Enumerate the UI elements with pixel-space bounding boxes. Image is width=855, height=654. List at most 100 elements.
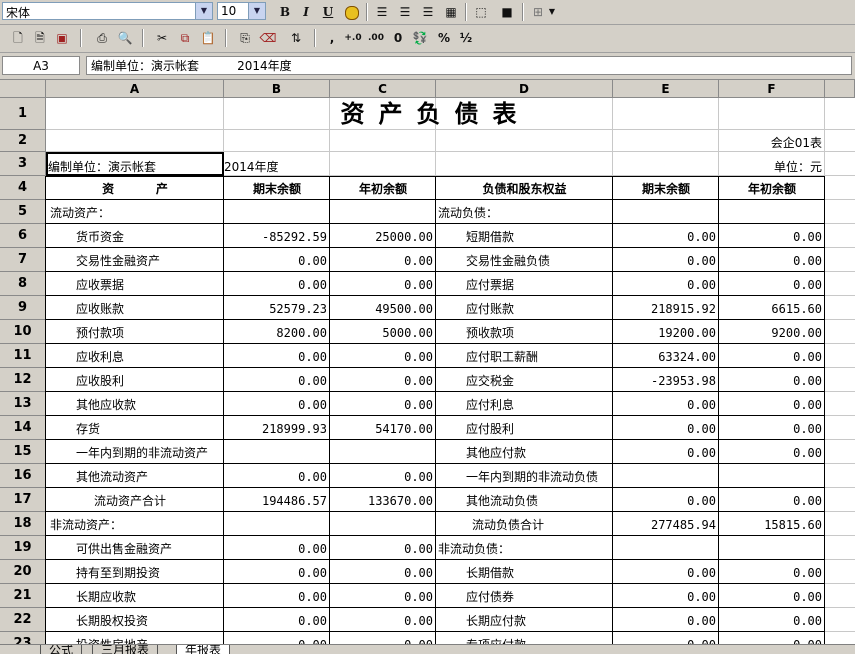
cell-reference-box[interactable]: A3 xyxy=(2,56,80,75)
open-button[interactable]: 🗎 xyxy=(30,28,50,48)
column-header[interactable]: F xyxy=(719,80,825,98)
amount-cell[interactable]: 0.00 xyxy=(719,272,825,296)
amount-cell[interactable]: 0.00 xyxy=(613,632,719,644)
item-cell[interactable]: 长期借款 xyxy=(436,560,613,584)
item-cell[interactable]: 应收股利 xyxy=(46,368,224,392)
amount-cell[interactable] xyxy=(613,200,719,224)
form-code[interactable]: 会企01表 xyxy=(719,130,825,154)
amount-cell[interactable] xyxy=(224,200,330,224)
item-cell[interactable]: 其他应付款 xyxy=(436,440,613,464)
amount-cell[interactable]: 0.00 xyxy=(719,224,825,248)
column-header[interactable]: D xyxy=(436,80,613,98)
amount-cell[interactable]: 0.00 xyxy=(719,368,825,392)
item-cell[interactable]: 交易性金融资产 xyxy=(46,248,224,272)
comma-style-button[interactable]: , xyxy=(322,28,342,48)
fraction-button[interactable]: ½ xyxy=(456,28,476,48)
amount-cell[interactable]: 5000.00 xyxy=(330,320,436,344)
font-color-button[interactable] xyxy=(342,2,362,22)
paste-button[interactable]: 📋 xyxy=(198,28,218,48)
print-button[interactable]: ⎙ xyxy=(92,28,112,48)
amount-cell[interactable]: 0.00 xyxy=(719,344,825,368)
column-header[interactable]: A xyxy=(46,80,224,98)
item-cell[interactable]: 持有至到期投资 xyxy=(46,560,224,584)
item-cell[interactable]: 可供出售金融资产 xyxy=(46,536,224,560)
insert-button[interactable]: ⎘ xyxy=(235,28,255,48)
underline-button[interactable]: U xyxy=(318,2,338,22)
item-cell[interactable]: 其他应收款 xyxy=(46,392,224,416)
amount-cell[interactable]: 0.00 xyxy=(719,248,825,272)
fill-color-button[interactable]: ⬚ xyxy=(471,2,491,22)
zero-display-button[interactable]: 0 xyxy=(388,28,408,48)
item-cell[interactable]: 流动资产合计 xyxy=(46,488,224,512)
item-cell[interactable]: 流动负债合计 xyxy=(436,512,613,536)
item-cell[interactable]: 应付账款 xyxy=(436,296,613,320)
amount-cell[interactable]: 0.00 xyxy=(719,392,825,416)
row-header[interactable]: 13 xyxy=(0,392,46,416)
item-cell[interactable]: 应收票据 xyxy=(46,272,224,296)
amount-cell[interactable]: 0.00 xyxy=(224,584,330,608)
table-header-cell[interactable]: 期末余额 xyxy=(224,176,330,200)
item-cell[interactable]: 一年内到期的非流动负债 xyxy=(436,464,613,488)
chevron-down-icon[interactable]: ▼ xyxy=(248,3,265,19)
amount-cell[interactable] xyxy=(719,536,825,560)
amount-cell[interactable]: 0.00 xyxy=(224,368,330,392)
column-header[interactable]: C xyxy=(330,80,436,98)
row-header[interactable]: 15 xyxy=(0,440,46,464)
chevron-down-icon[interactable]: ▼ xyxy=(195,3,212,19)
column-header[interactable]: E xyxy=(613,80,719,98)
amount-cell[interactable]: 0.00 xyxy=(330,344,436,368)
row-header[interactable]: 1 xyxy=(0,98,46,130)
amount-cell[interactable]: 0.00 xyxy=(330,560,436,584)
item-cell[interactable]: 投资性房地产 xyxy=(46,632,224,644)
currency-button[interactable]: 💱 xyxy=(410,28,430,48)
table-header-cell[interactable]: 年初余额 xyxy=(719,176,825,200)
amount-cell[interactable]: -23953.98 xyxy=(613,368,719,392)
amount-cell[interactable]: 0.00 xyxy=(613,440,719,464)
item-cell[interactable]: 应付职工薪酬 xyxy=(436,344,613,368)
item-cell[interactable]: 应收利息 xyxy=(46,344,224,368)
align-left-button[interactable]: ☰ xyxy=(372,2,392,22)
row-header[interactable]: 20 xyxy=(0,560,46,584)
amount-cell[interactable]: 0.00 xyxy=(613,272,719,296)
formula-input[interactable]: 编制单位：演示帐套 2014年度 xyxy=(86,56,852,75)
copy-button[interactable]: ⧉ xyxy=(175,28,195,48)
item-cell[interactable]: 交易性金融负债 xyxy=(436,248,613,272)
amount-cell[interactable]: 0.00 xyxy=(719,440,825,464)
table-header-cell[interactable]: 资 产 xyxy=(46,176,224,200)
amount-cell[interactable]: 0.00 xyxy=(330,584,436,608)
row-header[interactable]: 5 xyxy=(0,200,46,224)
item-cell[interactable]: 货币资金 xyxy=(46,224,224,248)
align-right-button[interactable]: ☰ xyxy=(418,2,438,22)
amount-cell[interactable]: 0.00 xyxy=(330,272,436,296)
item-cell[interactable]: 非流动资产： xyxy=(46,512,224,536)
row-header[interactable]: 2 xyxy=(0,130,46,152)
item-cell[interactable]: 流动负债： xyxy=(436,200,613,224)
amount-cell[interactable]: 0.00 xyxy=(719,416,825,440)
save-button[interactable]: ▣ xyxy=(52,28,72,48)
column-header[interactable]: B xyxy=(224,80,330,98)
bold-button[interactable]: B xyxy=(275,2,295,22)
amount-cell[interactable]: 0.00 xyxy=(613,488,719,512)
amount-cell[interactable]: 0.00 xyxy=(224,464,330,488)
amount-cell[interactable]: 0.00 xyxy=(224,536,330,560)
table-header-cell[interactable]: 期末余额 xyxy=(613,176,719,200)
new-button[interactable]: 🗋 xyxy=(8,28,28,48)
amount-cell[interactable]: 49500.00 xyxy=(330,296,436,320)
row-header[interactable]: 21 xyxy=(0,584,46,608)
amount-cell[interactable]: 0.00 xyxy=(719,584,825,608)
row-header[interactable]: 12 xyxy=(0,368,46,392)
amount-cell[interactable]: 0.00 xyxy=(224,608,330,632)
item-cell[interactable]: 应付债券 xyxy=(436,584,613,608)
increase-decimal-button[interactable]: +.0 xyxy=(343,28,363,48)
row-header[interactable]: 19 xyxy=(0,536,46,560)
delete-button[interactable]: ⌫ xyxy=(258,28,278,48)
amount-cell[interactable]: 218915.92 xyxy=(613,296,719,320)
sort-button[interactable]: ⇅ xyxy=(286,28,306,48)
amount-cell[interactable] xyxy=(330,512,436,536)
format-painter-button[interactable]: ■ xyxy=(497,2,517,22)
print-preview-button[interactable]: 🔍 xyxy=(115,28,135,48)
row-header[interactable]: 14 xyxy=(0,416,46,440)
borders-button[interactable]: ⊞ xyxy=(528,2,548,22)
report-year[interactable]: 2014年度 xyxy=(224,154,344,178)
cut-button[interactable]: ✂ xyxy=(152,28,172,48)
